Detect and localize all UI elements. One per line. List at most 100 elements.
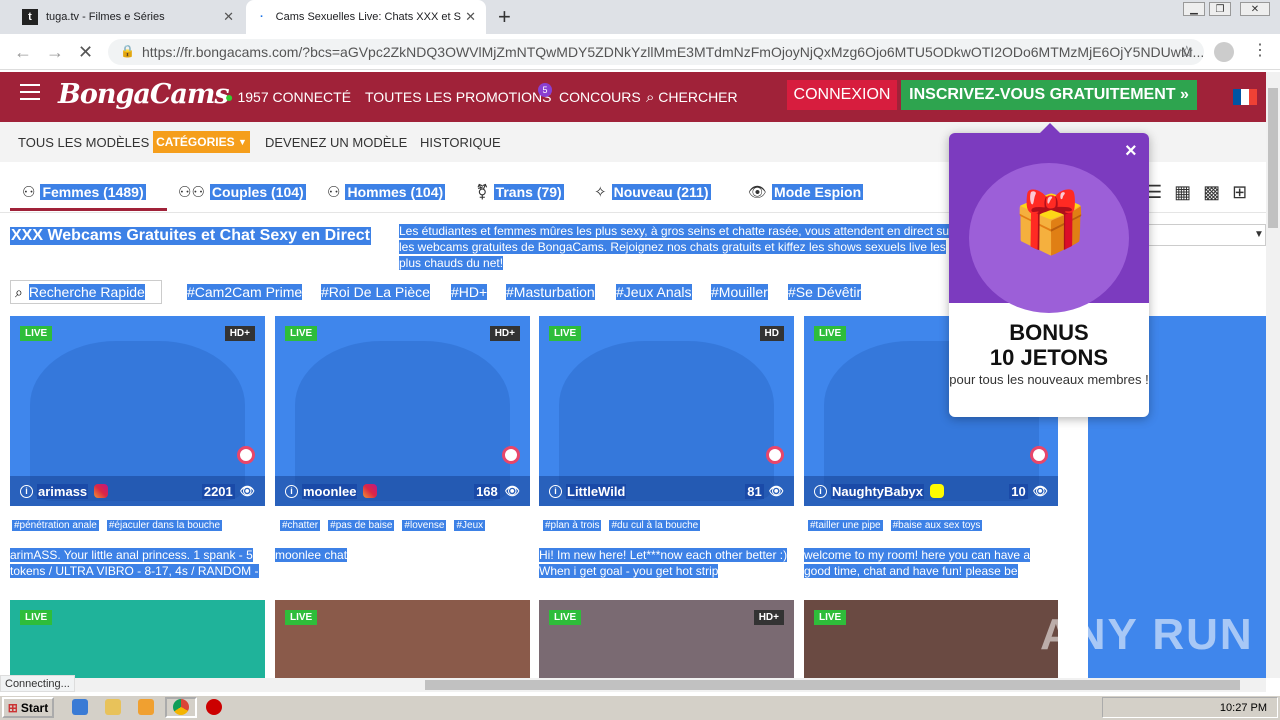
card-tag[interactable]: #pas de baise [328,520,395,531]
eye-icon: 👁 [768,484,784,498]
card-tag[interactable]: #éjaculer dans la bouche [106,520,223,531]
card-tag[interactable]: #pénétration anale [12,520,99,531]
stop-icon[interactable]: ✕ [78,42,93,63]
tab-trans[interactable]: ⚧ Trans (79) [476,183,564,201]
profile-avatar[interactable] [1214,42,1234,62]
trans-icon: ⚧ [476,184,489,201]
card-tag[interactable]: #lovense [402,520,447,531]
grid-view-icons[interactable]: ☰▦▩⊞ [1146,182,1259,203]
close-tab-icon[interactable]: ✕ [465,9,476,25]
tag-masturbation[interactable]: #Masturbation [506,284,595,300]
eye-icon: 👁 [504,484,520,498]
close-icon[interactable]: × [1125,140,1137,163]
search-link[interactable]: ⌕ CHERCHER [646,89,738,106]
live-badge: LIVE [549,610,582,625]
model-name[interactable]: moonlee [302,483,358,499]
model-card[interactable]: LIVE [275,600,530,680]
model-name[interactable]: LittleWild [566,483,627,499]
model-card[interactable]: LIVE HD+ i moonlee 168 👁 [275,316,530,506]
card-tag[interactable]: #chatter [280,520,321,531]
card-description-text: Hi! Im new here! Let***now each other be… [539,548,788,578]
new-tab-button[interactable]: + [498,4,511,30]
live-badge: LIVE [285,610,318,625]
tab-women[interactable]: ⚇ Femmes (1489) [22,183,146,201]
tab-title: Cams Sexuelles Live: Chats XXX et S [275,11,461,23]
info-icon[interactable]: i [549,484,562,498]
tag-se-devetir[interactable]: #Se Dévêtir [788,284,862,300]
hamburger-menu-icon[interactable] [20,84,40,100]
promotions-link[interactable]: TOUTES LES PROMOTIONS [365,89,551,105]
categories-dropdown[interactable]: CATÉGORIES ▼ [153,131,250,153]
model-card[interactable]: LIVE [10,600,265,680]
model-card[interactable]: LIVE HD+ [539,600,794,680]
live-badge: LIVE [285,326,318,341]
windows-logo-icon: ⊞ [7,700,18,715]
info-icon[interactable]: i [814,484,827,498]
close-window-button[interactable]: ✕ [1240,2,1270,16]
card-tag[interactable]: #du cul à la bouche [609,520,701,531]
close-tab-icon[interactable]: ✕ [223,9,234,25]
model-card[interactable]: LIVE [804,600,1058,680]
url-text: https://fr.bongacams.com/?bcs=aGVpc2ZkND… [142,44,1204,60]
card-tag[interactable]: #baise aux sex toys [890,520,983,531]
online-count: ● 1957 CONNECTÉ [225,89,351,105]
page-title: XXX Webcams Gratuites et Chat Sexy en Di… [10,227,371,245]
all-models-link[interactable]: TOUS LES MODÈLES [18,135,149,150]
menu-dots-icon[interactable]: ⋮ [1252,40,1268,60]
tag-roi-piece[interactable]: #Roi De La Pièce [321,284,430,300]
site-logo[interactable]: BongaCams [58,79,230,110]
instagram-icon[interactable] [363,484,378,498]
model-name[interactable]: NaughtyBabyx [831,483,925,499]
info-icon[interactable]: i [285,484,298,498]
tab-couples[interactable]: ⚇⚇ Couples (104) [178,183,306,201]
horizontal-scroll-thumb[interactable] [425,680,1240,690]
tag-jeux-anals[interactable]: #Jeux Anals [616,284,692,300]
tag-hd[interactable]: #HD+ [451,284,488,300]
contests-link[interactable]: CONCOURS [559,89,641,105]
minimize-button[interactable]: ▁ [1183,2,1205,16]
snapchat-icon[interactable] [930,484,945,498]
model-name[interactable]: arimass [37,483,89,499]
folder-icon[interactable] [105,699,121,715]
card-tag[interactable]: #plan à trois [543,520,602,531]
clock[interactable]: 10:27 PM [1220,702,1267,714]
viewer-count: 81 [745,483,764,499]
history-link[interactable]: HISTORIQUE [420,135,501,150]
search-label: CHERCHER [658,89,738,105]
card-tag[interactable]: #tailler une pipe [808,520,883,531]
star-icon[interactable]: ☆ [1180,42,1194,62]
start-button[interactable]: ⊞ Start [2,697,54,718]
media-player-icon[interactable] [138,699,154,715]
tab-bongacams[interactable]: · Cams Sexuelles Live: Chats XXX et S ✕ [246,0,486,34]
card-tag[interactable]: #Jeux [454,520,486,531]
tag-mouiller[interactable]: #Mouiller [711,284,768,300]
card-footer: i arimass 2201 👁 [10,476,265,506]
model-card[interactable]: LIVE HD i LittleWild 81 👁 [539,316,794,506]
card-description: welcome to my room! here you can have a … [804,547,1059,579]
card-description-text: welcome to my room! here you can have a … [804,548,1031,578]
model-card[interactable]: LIVE HD+ i arimass 2201 👁 [10,316,265,506]
page-description: Les étudiantes et femmes mûres les plus … [399,223,959,271]
bonus-subtitle: pour tous les nouveaux membres ! [949,372,1149,387]
maximize-button[interactable]: ❐ [1209,2,1231,16]
categories-label: CATÉGORIES [156,135,235,149]
alert-icon[interactable] [206,699,222,715]
become-model-link[interactable]: DEVENEZ UN MODÈLE [265,135,407,150]
forward-icon[interactable]: → [46,42,64,63]
vertical-scroll-thumb[interactable] [1268,88,1278,228]
tab-new[interactable]: ✧ Nouveau (211) [594,183,711,201]
tab-spy[interactable]: 👁 Mode Espion [748,183,864,201]
tab-men[interactable]: ⚇ Hommes (104) [327,183,446,201]
quick-search-input[interactable]: ⌕ Recherche Rapide [10,280,162,304]
address-bar[interactable]: 🔒 https://fr.bongacams.com/?bcs=aGVpc2Zk… [108,39,1204,65]
tag-cam2cam[interactable]: #Cam2Cam Prime [187,284,303,300]
tab-label: Mode Espion [772,184,864,200]
french-flag-icon[interactable] [1233,89,1257,105]
info-icon[interactable]: i [20,484,33,498]
login-button[interactable]: CONNEXION [787,80,897,110]
signup-button[interactable]: INSCRIVEZ-VOUS GRATUITEMENT » [901,80,1197,110]
back-icon[interactable]: ← [14,42,32,63]
instagram-icon[interactable] [94,484,109,498]
ie-icon[interactable] [72,699,88,715]
tab-tuga[interactable]: t tuga.tv - Filmes e Séries ✕ [8,0,244,34]
